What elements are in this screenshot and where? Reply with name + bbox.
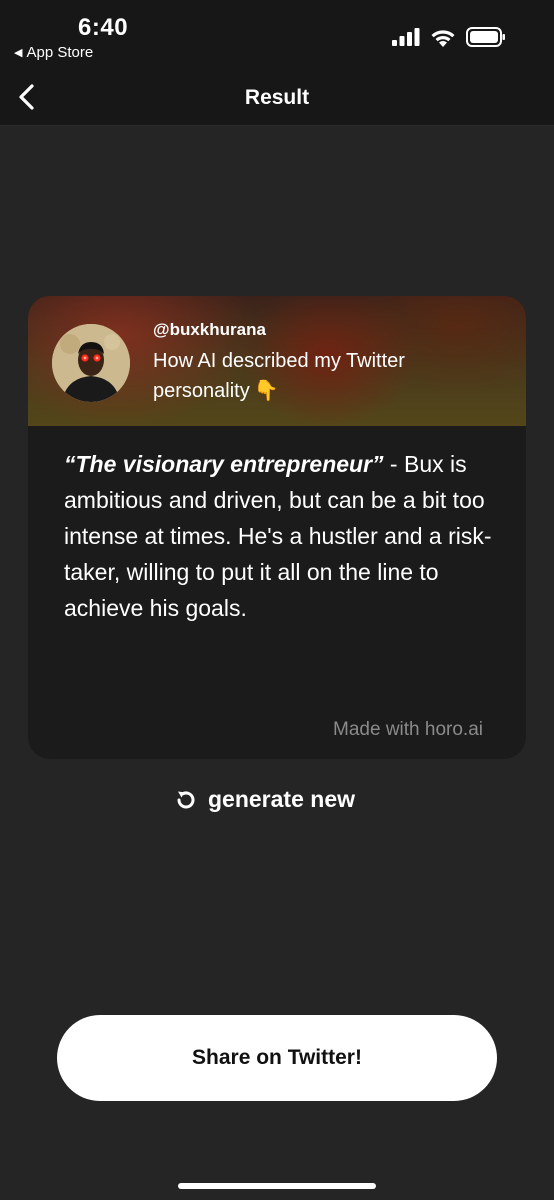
made-with-label: Made with horo.ai bbox=[333, 719, 483, 740]
signal-icon bbox=[392, 28, 420, 46]
home-indicator bbox=[178, 1183, 376, 1189]
generate-new-label: generate new bbox=[208, 786, 355, 812]
refresh-icon bbox=[177, 790, 195, 808]
twitter-handle: @buxkhurana bbox=[153, 320, 266, 339]
back-app-label: App Store bbox=[26, 44, 94, 61]
battery-icon bbox=[466, 27, 505, 47]
personality-quote: “The visionary entrepreneur” - Bux is am… bbox=[64, 446, 504, 626]
back-triangle-icon: ◀ bbox=[14, 47, 23, 59]
status-icons bbox=[392, 27, 506, 47]
pointing-down-icon: 👇 bbox=[253, 380, 279, 402]
page-title: Result bbox=[244, 86, 310, 109]
generate-new-button[interactable]: generate new bbox=[174, 786, 355, 813]
status-time: 6:40 bbox=[78, 14, 129, 41]
card-description-text: How AI described my Twitter personality bbox=[153, 350, 405, 402]
top-bar: 6:40 ◀ App Store Result bbox=[0, 0, 554, 126]
quote-title: “The visionary entrepreneur” bbox=[64, 451, 384, 477]
result-card: @buxkhurana How AI described my Twitter … bbox=[28, 296, 526, 759]
wifi-icon bbox=[431, 29, 455, 47]
share-on-twitter-button[interactable]: Share on Twitter! bbox=[57, 1015, 497, 1101]
avatar bbox=[52, 324, 130, 402]
back-to-app-link[interactable]: ◀ App Store bbox=[14, 44, 93, 61]
card-description: How AI described my Twitter personality 👇 bbox=[153, 346, 413, 406]
